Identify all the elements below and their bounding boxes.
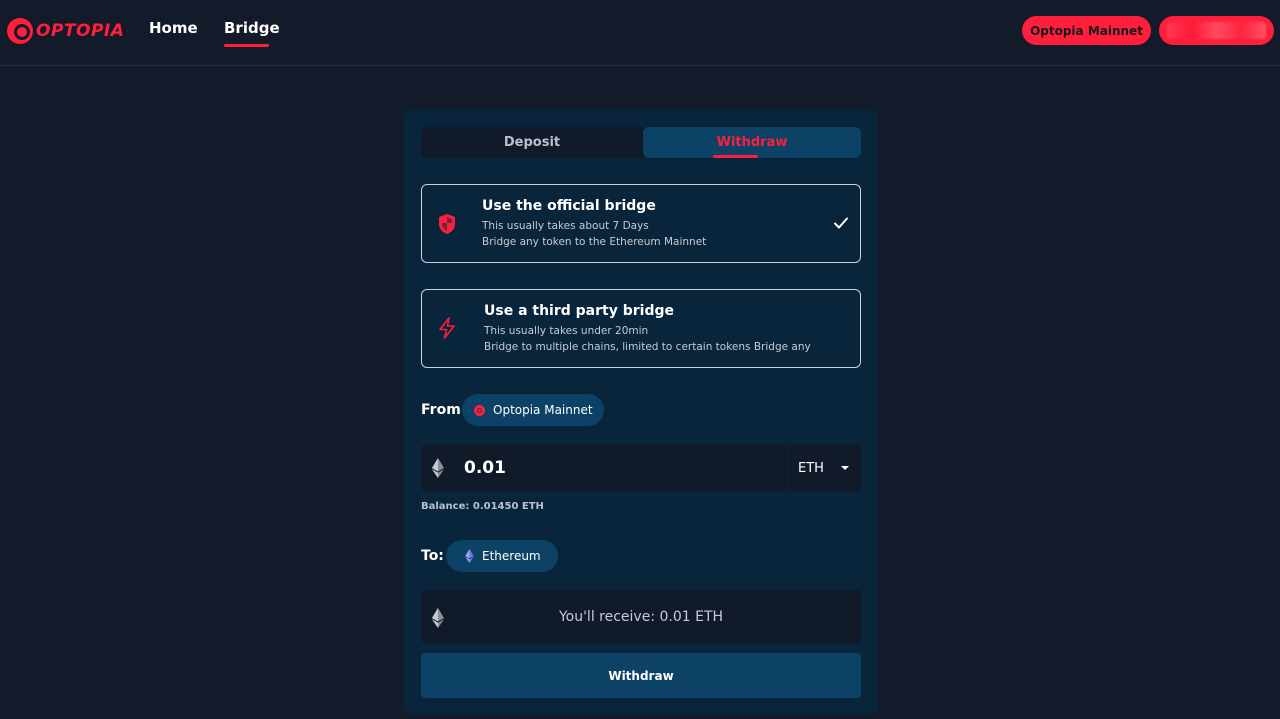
- receive-summary: You'll receive: 0.01 ETH: [421, 590, 861, 643]
- bridge-card: Deposit Withdraw Use the official bridge…: [404, 109, 878, 715]
- ethereum-icon: [432, 458, 444, 478]
- nav-bridge[interactable]: Bridge: [224, 19, 280, 37]
- from-network-label: Optopia Mainnet: [493, 403, 593, 417]
- amount-field: ETH: [421, 445, 861, 491]
- top-navbar: OPTOPIA Home Bridge Optopia Mainnet: [0, 0, 1280, 66]
- logo-icon: [7, 18, 33, 44]
- receive-text: You'll receive: 0.01 ETH: [558, 608, 724, 625]
- to-network-label: Ethereum: [482, 549, 541, 563]
- token-label: ETH: [798, 460, 824, 476]
- option-duration: This usually takes about 7 Days: [482, 220, 649, 232]
- option-title: Use a third party bridge: [484, 303, 674, 319]
- option-third-party-bridge[interactable]: Use a third party bridge This usually ta…: [421, 289, 861, 368]
- from-label: From: [421, 402, 461, 418]
- optopia-logo[interactable]: OPTOPIA: [7, 18, 124, 44]
- option-title: Use the official bridge: [482, 198, 656, 214]
- shield-icon: [439, 214, 455, 234]
- amount-input[interactable]: [464, 455, 764, 481]
- lightning-icon: [439, 317, 455, 339]
- bridge-tabs: Deposit Withdraw: [421, 127, 861, 158]
- ethereum-icon: [465, 549, 474, 563]
- from-network-selector[interactable]: Optopia Mainnet: [462, 394, 604, 426]
- token-selector[interactable]: ETH: [788, 445, 861, 491]
- tab-deposit[interactable]: Deposit: [421, 127, 643, 158]
- option-description: Bridge to multiple chains, limited to ce…: [484, 341, 811, 353]
- chevron-down-icon: [840, 466, 849, 470]
- tab-withdraw[interactable]: Withdraw: [643, 127, 861, 158]
- active-tab-indicator: [713, 155, 758, 158]
- active-nav-indicator: [224, 44, 269, 47]
- balance-text: Balance: 0.01450 ETH: [421, 501, 544, 512]
- to-label: To:: [421, 548, 444, 564]
- withdraw-button[interactable]: Withdraw: [421, 653, 861, 698]
- redacted-address: [1167, 22, 1266, 39]
- to-network-selector[interactable]: Ethereum: [446, 540, 558, 572]
- option-duration: This usually takes under 20min: [484, 325, 649, 337]
- option-official-bridge[interactable]: Use the official bridge This usually tak…: [421, 184, 861, 263]
- optopia-icon: [474, 404, 485, 416]
- wallet-address-button[interactable]: [1159, 16, 1274, 45]
- checkmark-icon: [834, 217, 848, 229]
- option-description: Bridge any token to the Ethereum Mainnet: [482, 236, 707, 248]
- logo-text: OPTOPIA: [36, 21, 125, 41]
- nav-home[interactable]: Home: [149, 19, 198, 37]
- network-button[interactable]: Optopia Mainnet: [1022, 16, 1151, 45]
